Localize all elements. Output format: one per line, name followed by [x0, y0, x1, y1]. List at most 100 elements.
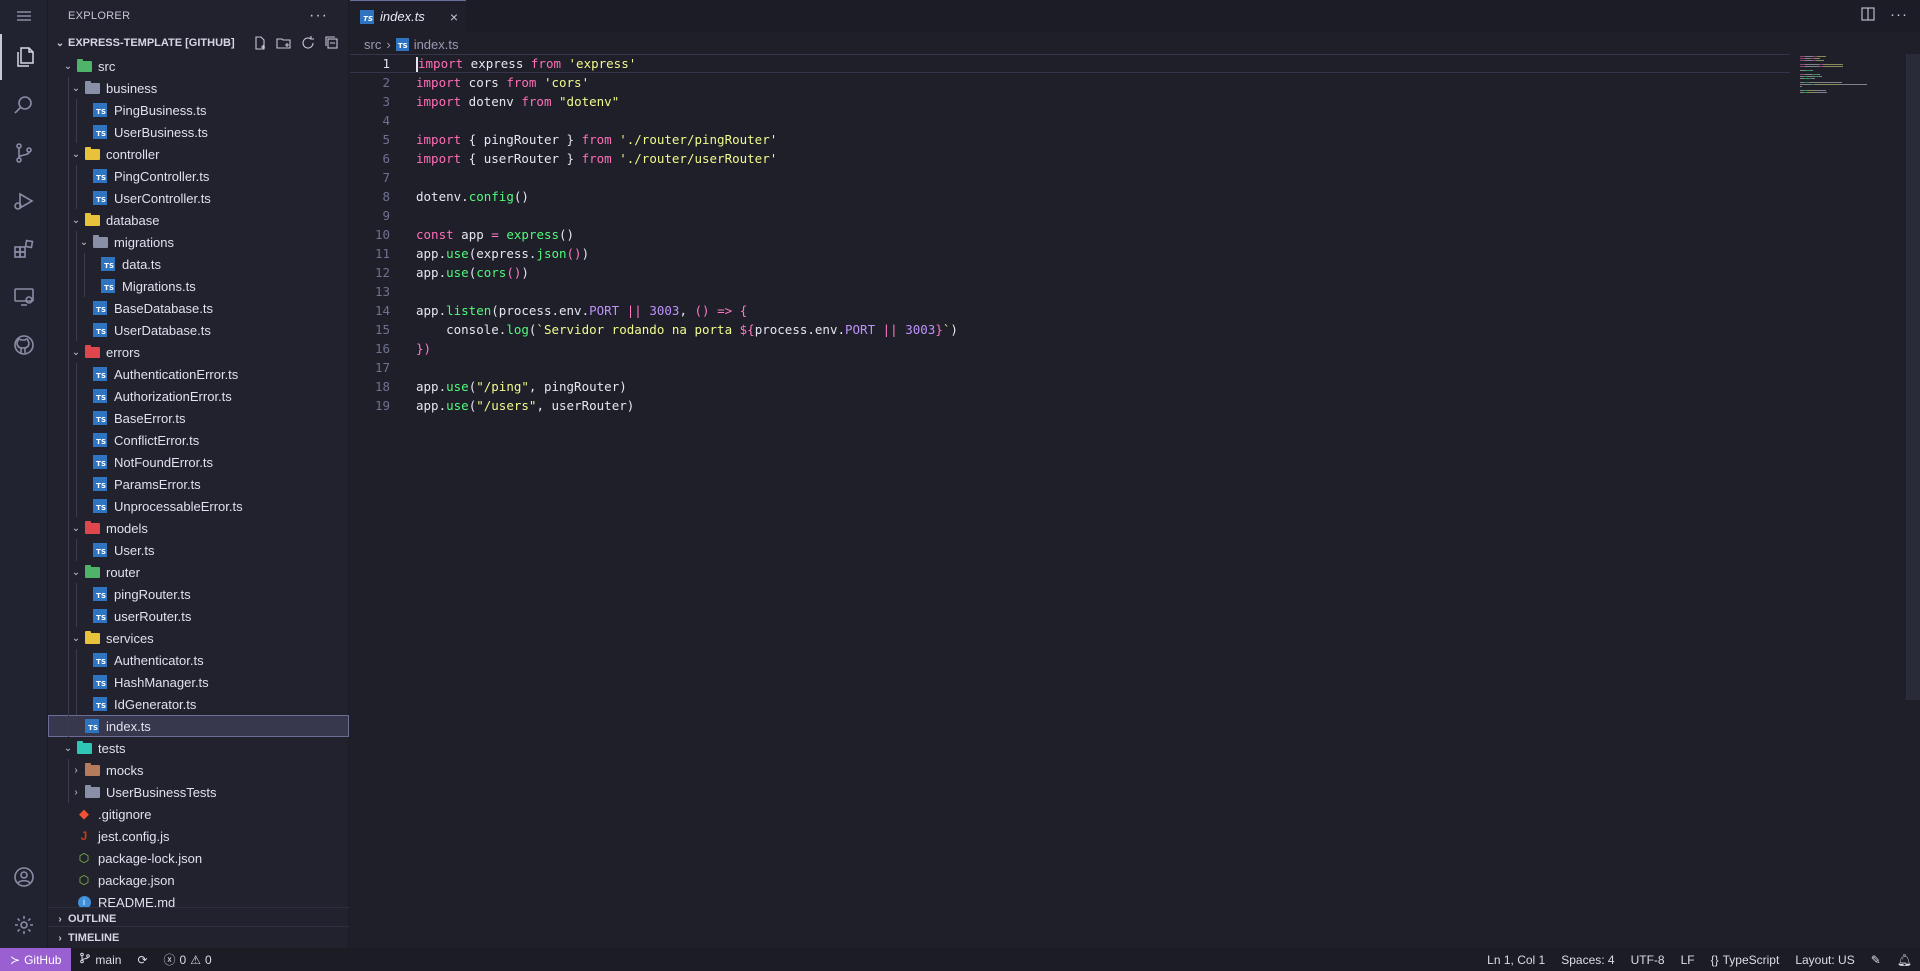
- code-line[interactable]: 1 import express from 'express': [350, 54, 1790, 73]
- tree-folder[interactable]: ⌄ controller: [48, 143, 349, 165]
- tree-folder[interactable]: ⌄ business: [48, 77, 349, 99]
- remote-explorer-icon[interactable]: [0, 274, 48, 320]
- project-section-header[interactable]: ⌄ EXPRESS-TEMPLATE [GITHUB]: [48, 32, 348, 54]
- tree-file[interactable]: TS UserController.ts: [48, 187, 349, 209]
- tree-file[interactable]: TS AuthorizationError.ts: [48, 385, 349, 407]
- cursor-position[interactable]: Ln 1, Col 1: [1479, 953, 1553, 967]
- run-debug-icon[interactable]: [0, 178, 48, 224]
- folder-icon: [84, 146, 100, 162]
- refresh-icon[interactable]: [300, 35, 316, 51]
- code-line[interactable]: 7: [350, 168, 1790, 187]
- more-actions-icon[interactable]: ···: [1890, 6, 1908, 26]
- code-line[interactable]: 17: [350, 358, 1790, 377]
- tree-file[interactable]: TS UserDatabase.ts: [48, 319, 349, 341]
- vertical-scrollbar[interactable]: [1906, 54, 1920, 700]
- keyboard-layout[interactable]: Layout: US: [1787, 953, 1862, 967]
- github-icon[interactable]: [0, 322, 48, 368]
- extensions-icon[interactable]: [0, 226, 48, 272]
- tree-file[interactable]: i README.md: [48, 891, 349, 907]
- code-line[interactable]: 11 app.use(express.json()): [350, 244, 1790, 263]
- code-line[interactable]: 12 app.use(cors()): [350, 263, 1790, 282]
- encoding[interactable]: UTF-8: [1623, 953, 1673, 967]
- code-line[interactable]: 14 app.listen(process.env.PORT || 3003, (…: [350, 301, 1790, 320]
- explorer-icon[interactable]: [0, 34, 48, 80]
- tree-file[interactable]: TS pingRouter.ts: [48, 583, 349, 605]
- tree-file[interactable]: TS BaseDatabase.ts: [48, 297, 349, 319]
- tree-file[interactable]: TS data.ts: [48, 253, 349, 275]
- sync-icon[interactable]: ⟳: [129, 953, 155, 967]
- tree-file[interactable]: TS ParamsError.ts: [48, 473, 349, 495]
- tree-file[interactable]: TS Migrations.ts: [48, 275, 349, 297]
- minimap[interactable]: [1800, 54, 1880, 114]
- code-line[interactable]: 6 import { userRouter } from './router/us…: [350, 149, 1790, 168]
- tree-file[interactable]: TS PingBusiness.ts: [48, 99, 349, 121]
- tree-file[interactable]: TS AuthenticationError.ts: [48, 363, 349, 385]
- tree-folder[interactable]: ⌄ src: [48, 55, 349, 77]
- tree-file[interactable]: ◆ .gitignore: [48, 803, 349, 825]
- tree-folder[interactable]: ⌄ models: [48, 517, 349, 539]
- tree-file[interactable]: TS IdGenerator.ts: [48, 693, 349, 715]
- tree-item-label: business: [106, 80, 158, 96]
- code-line[interactable]: 5 import { pingRouter } from './router/pi…: [350, 130, 1790, 149]
- split-editor-icon[interactable]: [1860, 6, 1876, 26]
- timeline-section[interactable]: › TIMELINE: [48, 926, 349, 948]
- tree-folder[interactable]: › mocks: [48, 759, 349, 781]
- source-control-icon[interactable]: [0, 130, 48, 176]
- close-tab-icon[interactable]: ×: [450, 9, 458, 25]
- tree-file[interactable]: TS UnprocessableError.ts: [48, 495, 349, 517]
- tree-file[interactable]: TS UserBusiness.ts: [48, 121, 349, 143]
- code-line[interactable]: 19 app.use("/users", userRouter): [350, 396, 1790, 415]
- tree-folder[interactable]: ⌄ migrations: [48, 231, 349, 253]
- code-editor[interactable]: 1 import express from 'express' 2 import co…: [350, 54, 1920, 948]
- code-line[interactable]: 16}): [350, 339, 1790, 358]
- account-icon[interactable]: [0, 854, 48, 900]
- tree-file[interactable]: TS Authenticator.ts: [48, 649, 349, 671]
- tree-folder[interactable]: ⌄ errors: [48, 341, 349, 363]
- new-file-icon[interactable]: [252, 35, 268, 51]
- tree-file[interactable]: ⬡ package-lock.json: [48, 847, 349, 869]
- tree-folder[interactable]: ⌄ router: [48, 561, 349, 583]
- tree-file[interactable]: Jjest.config.js: [48, 825, 349, 847]
- code-line[interactable]: 10 const app = express(): [350, 225, 1790, 244]
- collapse-all-icon[interactable]: [324, 35, 340, 51]
- code-line[interactable]: 4: [350, 111, 1790, 130]
- menu-icon[interactable]: [14, 8, 34, 24]
- tree-folder[interactable]: ⌄ services: [48, 627, 349, 649]
- tree-file[interactable]: TS userRouter.ts: [48, 605, 349, 627]
- breadcrumb-folder[interactable]: src: [364, 37, 381, 52]
- notifications-bell-icon[interactable]: 🔔︎: [1889, 953, 1920, 967]
- tree-folder[interactable]: ⌄ tests: [48, 737, 349, 759]
- indentation[interactable]: Spaces: 4: [1553, 953, 1622, 967]
- problems-indicator[interactable]: ⓧ 0 ⚠ 0: [156, 951, 220, 968]
- breadcrumb-file[interactable]: index.ts: [414, 37, 459, 52]
- code-line[interactable]: 9: [350, 206, 1790, 225]
- tree-file[interactable]: TS NotFoundError.ts: [48, 451, 349, 473]
- indent-guide: [68, 385, 69, 407]
- tree-folder[interactable]: ⌄ database: [48, 209, 349, 231]
- more-actions-icon[interactable]: ···: [309, 7, 328, 25]
- tree-file[interactable]: ⬡ package.json: [48, 869, 349, 891]
- settings-gear-icon[interactable]: [0, 902, 48, 948]
- end-of-line[interactable]: LF: [1673, 953, 1703, 967]
- code-line[interactable]: 18 app.use("/ping", pingRouter): [350, 377, 1790, 396]
- tree-file[interactable]: TS PingController.ts: [48, 165, 349, 187]
- feedback-icon[interactable]: ✎: [1863, 953, 1889, 967]
- tree-file[interactable]: TS User.ts: [48, 539, 349, 561]
- code-line[interactable]: 8 dotenv.config(): [350, 187, 1790, 206]
- tree-file[interactable]: TS ConflictError.ts: [48, 429, 349, 451]
- indent-guide: [68, 649, 69, 671]
- branch-indicator[interactable]: main: [71, 952, 129, 967]
- tree-file[interactable]: TS index.ts: [48, 715, 349, 737]
- search-icon[interactable]: [0, 82, 48, 128]
- code-line[interactable]: 3 import dotenv from "dotenv": [350, 92, 1790, 111]
- tree-file[interactable]: TS BaseError.ts: [48, 407, 349, 429]
- code-line[interactable]: 13: [350, 282, 1790, 301]
- tree-folder[interactable]: › UserBusinessTests: [48, 781, 349, 803]
- remote-indicator[interactable]: ≻ GitHub: [0, 948, 72, 971]
- tab-index-ts[interactable]: TS index.ts ×: [350, 0, 466, 32]
- code-line[interactable]: 15 console.log(`Servidor rodando na port…: [350, 320, 1790, 339]
- code-line[interactable]: 2 import cors from 'cors': [350, 73, 1790, 92]
- tree-file[interactable]: TS HashManager.ts: [48, 671, 349, 693]
- new-folder-icon[interactable]: [276, 35, 292, 51]
- language-mode[interactable]: {} TypeScript: [1703, 953, 1788, 967]
